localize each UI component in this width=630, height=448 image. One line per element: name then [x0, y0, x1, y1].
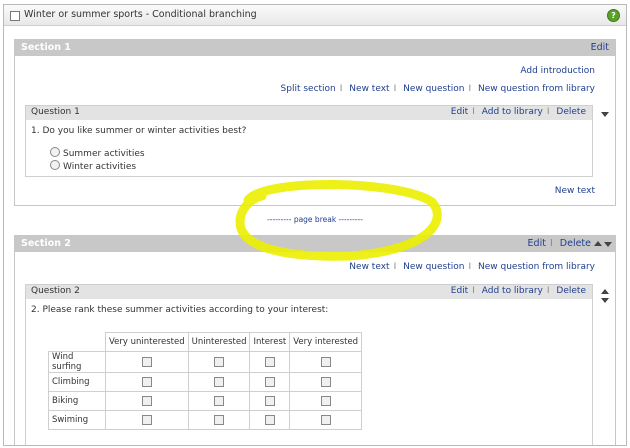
section-2-move-down-icon[interactable]	[604, 242, 612, 247]
question-1-header: Question 1 Edit I Add to library I Delete	[26, 106, 592, 120]
section-2-new-text-link[interactable]: New text	[349, 262, 389, 272]
question-2-edit-link[interactable]: Edit	[451, 286, 468, 296]
column-header: Interest	[249, 332, 291, 352]
question-1-title: Question 1	[31, 107, 80, 117]
question-2-delete-link[interactable]: Delete	[556, 286, 586, 296]
section-1-header: Section 1 Edit	[15, 40, 615, 56]
section-2: Section 2 Edit I Delete New text I New que…	[14, 235, 616, 445]
section-2-header: Section 2 Edit I Delete	[15, 236, 615, 252]
row-label: Biking	[48, 391, 106, 411]
section-1-links: Split section I New text I New question I N…	[280, 84, 595, 94]
question-1-edit-link[interactable]: Edit	[451, 107, 468, 117]
question-1-delete-link[interactable]: Delete	[556, 107, 586, 117]
ranking-grid: Very uninterested Uninterested Interest …	[48, 332, 363, 430]
checkbox[interactable]	[264, 376, 275, 387]
radio-icon[interactable]	[50, 147, 60, 157]
section-2-edit-link[interactable]: Edit	[528, 238, 546, 249]
table-row: Swiming	[48, 410, 363, 430]
window-menu-icon[interactable]	[10, 11, 20, 21]
section-1-new-text-link[interactable]: New text	[555, 186, 595, 196]
checkbox[interactable]	[214, 395, 225, 406]
question-1-add-to-library-link[interactable]: Add to library	[482, 107, 543, 117]
option-summer[interactable]: Summer activities	[50, 147, 145, 159]
section-2-move-up-icon[interactable]	[594, 241, 602, 246]
checkbox[interactable]	[264, 356, 275, 367]
radio-icon[interactable]	[50, 160, 60, 170]
column-header: Very uninterested	[105, 332, 189, 352]
section-2-delete-link[interactable]: Delete	[560, 238, 591, 249]
checkbox[interactable]	[264, 395, 275, 406]
section-2-new-question-link[interactable]: New question	[403, 262, 464, 272]
add-introduction-link[interactable]: Add introduction	[520, 66, 595, 76]
table-row: Biking	[48, 391, 363, 411]
help-icon[interactable]: ?	[607, 9, 620, 22]
section-2-links: New text I New question I New question fro…	[349, 262, 595, 272]
checkbox[interactable]	[141, 414, 152, 425]
question-1-text: 1. Do you like summer or winter activiti…	[31, 126, 247, 136]
new-text-link[interactable]: New text	[349, 84, 389, 94]
question-2-move-down-icon[interactable]	[601, 298, 609, 303]
checkbox[interactable]	[320, 395, 331, 406]
checkbox[interactable]	[320, 356, 331, 367]
row-label: Swiming	[48, 410, 106, 430]
section-1-edit-link[interactable]: Edit	[591, 42, 609, 53]
checkbox[interactable]	[214, 414, 225, 425]
section-1: Section 1 Edit Add introduction Split se…	[14, 39, 616, 206]
checkbox[interactable]	[141, 356, 152, 367]
checkbox[interactable]	[141, 376, 152, 387]
split-section-link[interactable]: Split section	[281, 84, 336, 94]
checkbox[interactable]	[264, 414, 275, 425]
checkbox[interactable]	[320, 414, 331, 425]
row-label: Wind surfing	[48, 351, 106, 373]
row-label: Climbing	[48, 372, 106, 392]
question-2-move-up-icon[interactable]	[601, 289, 609, 294]
table-row: Climbing	[48, 372, 363, 392]
question-2: Question 2 Edit I Add to library I Delete …	[25, 284, 593, 445]
section-2-title: Section 2	[21, 238, 71, 249]
question-2-header: Question 2 Edit I Add to library I Delete	[26, 285, 592, 299]
checkbox[interactable]	[214, 356, 225, 367]
section-2-new-question-from-library-link[interactable]: New question from library	[478, 262, 595, 272]
page-break-label: --------- page break ---------	[267, 215, 363, 224]
table-row: Wind surfing	[48, 351, 363, 373]
section-1-title: Section 1	[21, 42, 71, 53]
question-1: Question 1 Edit I Add to library I Delete …	[25, 105, 593, 177]
column-header: Very interested	[289, 332, 363, 352]
question-1-move-down-icon[interactable]	[601, 112, 609, 117]
question-2-text: 2. Please rank these summer activities a…	[31, 305, 329, 315]
checkbox[interactable]	[320, 376, 331, 387]
window-title: Winter or summer sports - Conditional br…	[24, 9, 257, 20]
checkbox[interactable]	[214, 376, 225, 387]
new-question-link[interactable]: New question	[403, 84, 464, 94]
question-2-add-to-library-link[interactable]: Add to library	[482, 286, 543, 296]
checkbox[interactable]	[141, 395, 152, 406]
window-title-bar: Winter or summer sports - Conditional br…	[4, 5, 626, 26]
question-2-title: Question 2	[31, 286, 80, 296]
survey-editor-window: Winter or summer sports - Conditional br…	[3, 4, 627, 446]
new-question-from-library-link[interactable]: New question from library	[478, 84, 595, 94]
column-header: Uninterested	[187, 332, 251, 352]
option-winter[interactable]: Winter activities	[50, 160, 136, 172]
